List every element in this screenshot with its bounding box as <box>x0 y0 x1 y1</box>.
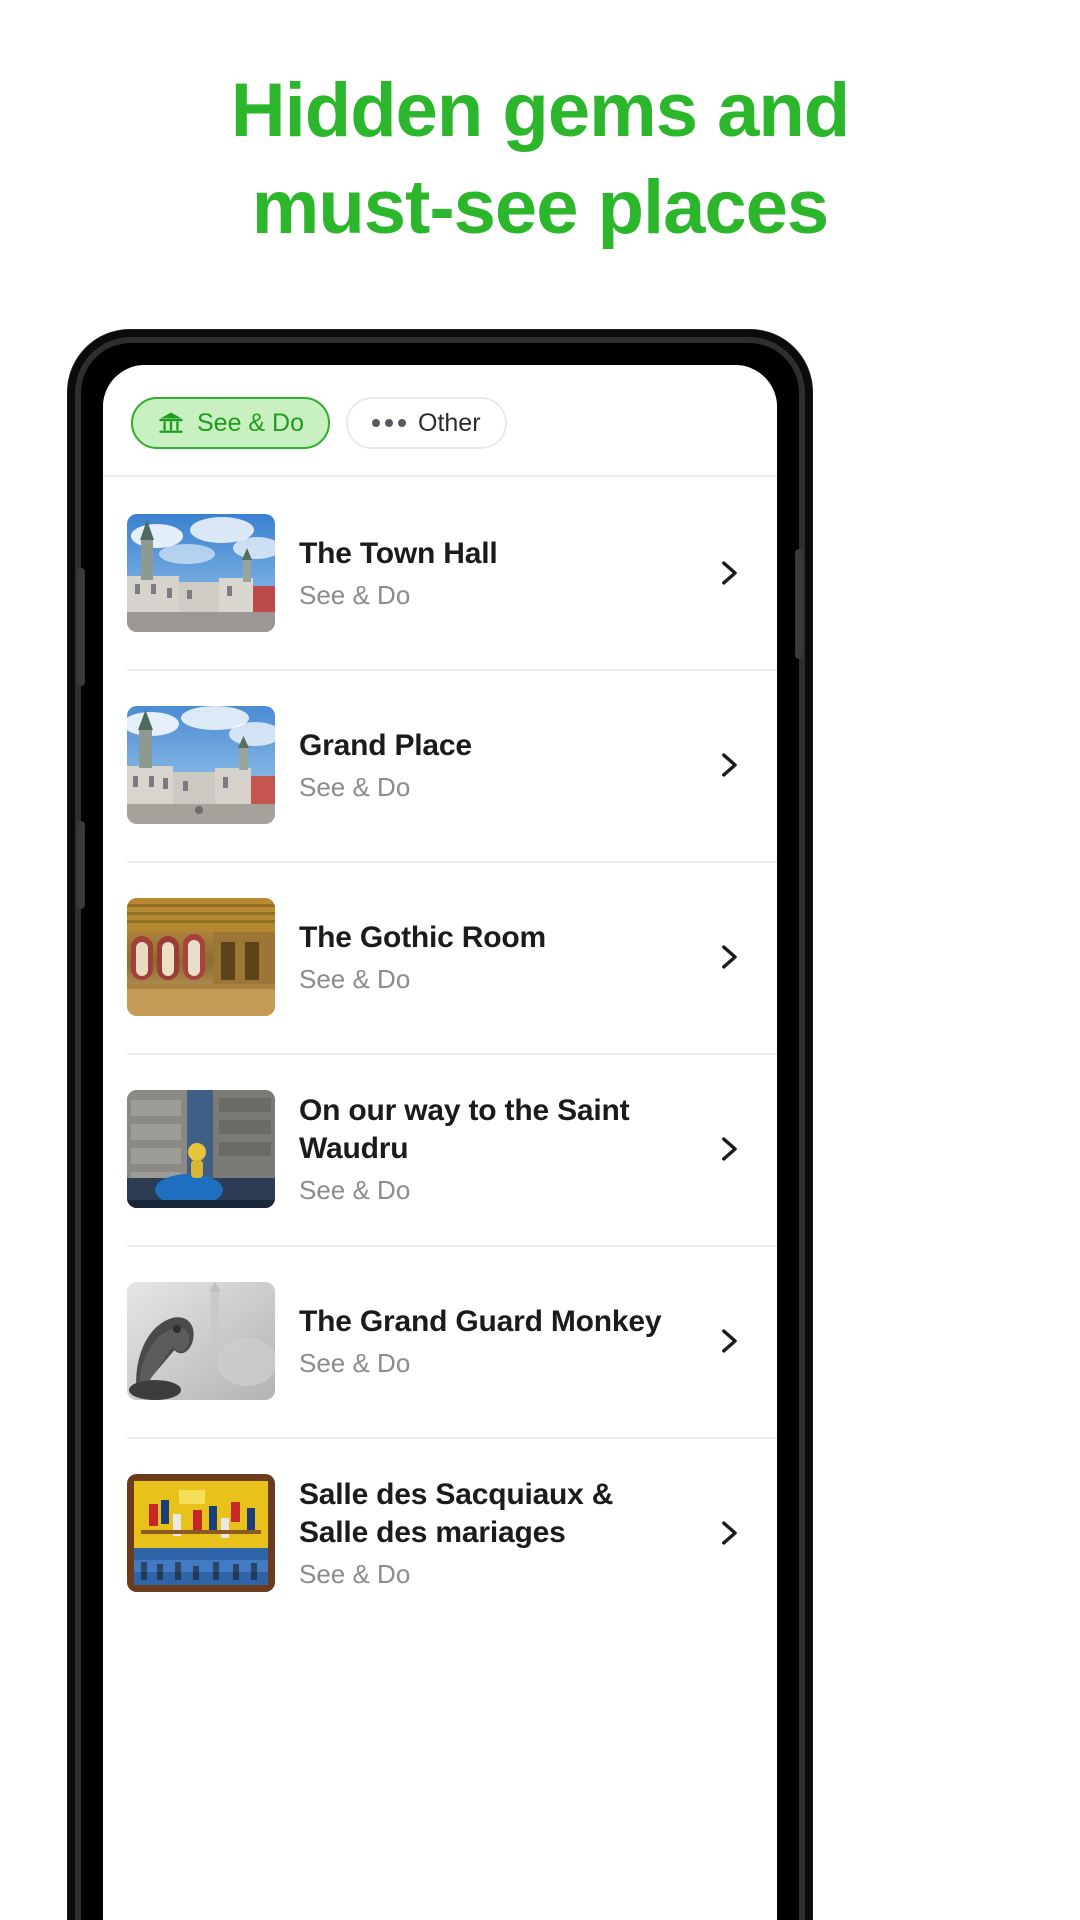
chevron-right-icon[interactable] <box>705 940 751 974</box>
list-item-title: Salle des Sacquiaux & Salle des mariages <box>299 1477 614 1549</box>
page-root: Hidden gems and must-see places See & Do… <box>0 0 1080 1920</box>
list-item[interactable]: On our way to the Saint Waudru See & Do <box>103 1053 777 1245</box>
volume-down-button[interactable] <box>77 821 85 909</box>
list-item-title: The Grand Guard Monkey <box>299 1304 662 1338</box>
list-item-text: The Town Hall See & Do <box>275 535 705 612</box>
gothic-room-photo <box>127 898 275 1016</box>
phone-screen: See & Do Other The Town Hall See & Do Gr… <box>103 365 777 1920</box>
list-item-subtitle: See & Do <box>299 772 411 803</box>
list-item-text: Salle des Sacquiaux & Salle des mariages… <box>275 1476 705 1591</box>
ellipsis-icon <box>372 419 407 427</box>
list-item-subtitle: See & Do <box>299 964 411 995</box>
tab-see-and-do[interactable]: See & Do <box>131 397 331 449</box>
list-item-title: The Gothic Room <box>299 920 546 954</box>
list-item[interactable]: The Town Hall See & Do <box>103 477 777 669</box>
places-list: The Town Hall See & Do Grand Place See &… <box>103 477 777 1629</box>
volume-up-button[interactable] <box>77 568 85 686</box>
list-item-title: On our way to the Saint Waudru <box>299 1093 630 1165</box>
tab-see-and-do-label: See & Do <box>197 408 305 437</box>
power-button[interactable] <box>795 549 803 659</box>
page-title-line-1: Hidden gems and <box>230 68 850 153</box>
list-item-title: Grand Place <box>299 728 472 762</box>
phone-mockup: See & Do Other The Town Hall See & Do Gr… <box>68 330 812 1920</box>
list-item[interactable]: Grand Place See & Do <box>103 669 777 861</box>
list-item-text: On our way to the Saint Waudru See & Do <box>275 1092 705 1207</box>
tab-other[interactable]: Other <box>346 397 507 449</box>
list-item-subtitle: See & Do <box>299 1175 411 1206</box>
list-item[interactable]: The Gothic Room See & Do <box>103 861 777 1053</box>
list-item-subtitle: See & Do <box>299 1348 411 1379</box>
chevron-right-icon[interactable] <box>705 748 751 782</box>
chevron-right-icon[interactable] <box>705 1132 751 1166</box>
page-title-line-2: must-see places <box>251 165 829 251</box>
list-item[interactable]: The Grand Guard Monkey See & Do <box>103 1245 777 1437</box>
list-item-text: Grand Place See & Do <box>275 727 705 804</box>
guard-monkey-photo <box>127 1282 275 1400</box>
chevron-right-icon[interactable] <box>705 556 751 590</box>
list-item-title: The Town Hall <box>299 536 498 570</box>
category-tab-bar: See & Do Other <box>103 365 777 475</box>
saint-waudru-photo <box>127 1090 275 1208</box>
chevron-right-icon[interactable] <box>705 1324 751 1358</box>
town-hall-photo <box>127 514 275 632</box>
list-item-subtitle: See & Do <box>299 1559 411 1590</box>
phone-body: See & Do Other The Town Hall See & Do Gr… <box>77 343 803 1920</box>
list-item-text: The Grand Guard Monkey See & Do <box>275 1303 705 1380</box>
sacquiaux-photo <box>127 1474 275 1592</box>
tab-other-label: Other <box>418 408 481 437</box>
page-title: Hidden gems and must-see places <box>0 62 1080 257</box>
list-item-text: The Gothic Room See & Do <box>275 919 705 996</box>
list-item[interactable]: Salle des Sacquiaux & Salle des mariages… <box>103 1437 777 1629</box>
chevron-right-icon[interactable] <box>705 1516 751 1550</box>
list-item-subtitle: See & Do <box>299 580 411 611</box>
grand-place-photo <box>127 706 275 824</box>
museum-icon <box>157 409 185 437</box>
